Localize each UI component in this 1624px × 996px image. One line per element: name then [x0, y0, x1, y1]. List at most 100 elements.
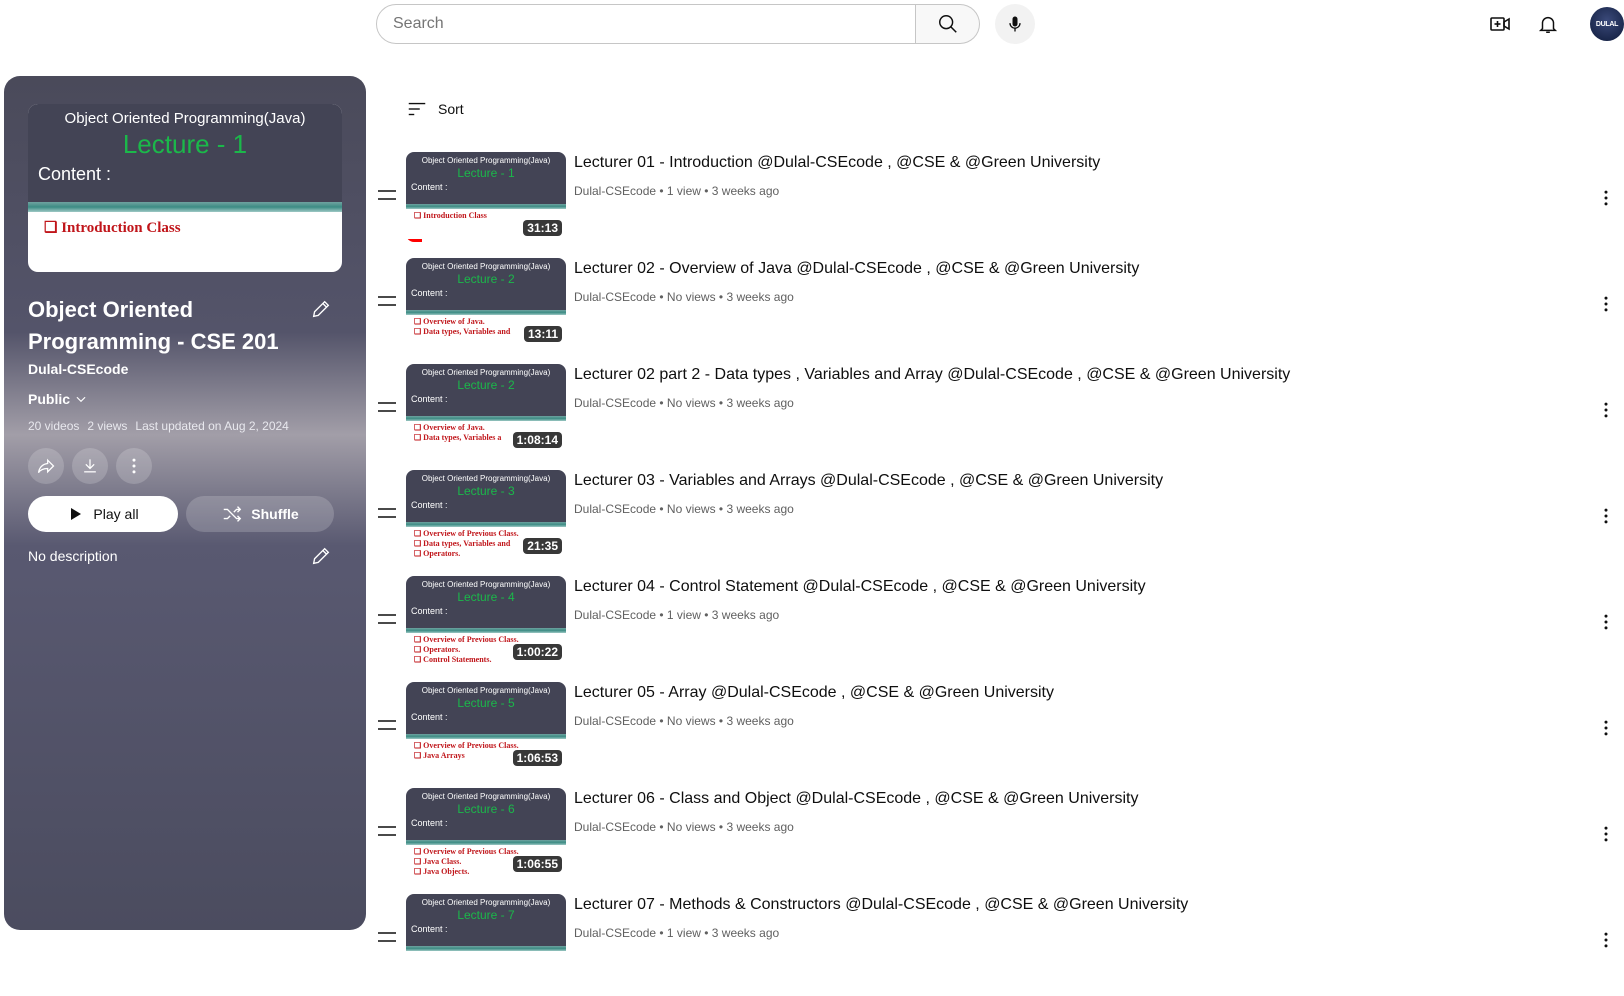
video-title[interactable]: Lecturer 01 - Introduction @Dulal-CSEcod… — [574, 154, 1100, 172]
drag-handle[interactable] — [378, 296, 396, 306]
thumbnail-line-text: Data types, Variables a — [423, 433, 502, 442]
search-button[interactable] — [916, 4, 980, 44]
thumbnail-lecture-text: Lecture - 2 — [457, 378, 515, 392]
playlist-video-row[interactable]: Object Oriented Programming(Java) Lectur… — [376, 784, 1624, 890]
edit-description-button[interactable] — [310, 545, 334, 569]
thumbnail-content-text: Content : — [411, 712, 448, 722]
thumbnail-course-text: Object Oriented Programming(Java) — [421, 368, 551, 377]
playlist-video-row[interactable]: Object Oriented Programming(Java) Lectur… — [376, 466, 1624, 572]
video-title[interactable]: Lecturer 04 - Control Statement @Dulal-C… — [574, 578, 1146, 596]
thumbnail-lecture-text: Lecture - 7 — [457, 908, 515, 922]
search-icon — [938, 15, 957, 33]
view-count: 2 views — [87, 419, 128, 433]
thumbnail-course-text: Object Oriented Programming(Java) — [421, 898, 551, 907]
edit-title-button[interactable] — [310, 298, 334, 322]
thumbnail-line-text: Operators. — [423, 549, 461, 558]
thumbnail-line-text: Data types, Variables and — [423, 327, 511, 336]
playlist-thumbnail[interactable]: Object Oriented Programming(Java) Lectur… — [28, 104, 342, 272]
video-menu-button[interactable] — [1594, 716, 1618, 740]
playlist-video-row[interactable]: Object Oriented Programming(Java) Lectur… — [376, 890, 1624, 996]
video-title[interactable]: Lecturer 06 - Class and Object @Dulal-CS… — [574, 790, 1139, 808]
chevron-down-icon — [76, 396, 86, 403]
video-meta: Dulal-CSEcode • No views • 3 weeks ago — [574, 396, 794, 410]
video-menu-button[interactable] — [1594, 610, 1618, 634]
play-all-button[interactable]: Play all — [28, 496, 178, 532]
sort-icon — [408, 102, 426, 116]
thumbnail-lecture-text: Lecture - 4 — [457, 590, 515, 604]
avatar[interactable]: DULAL — [1590, 7, 1624, 41]
create-button[interactable] — [1486, 10, 1514, 38]
video-menu-button[interactable] — [1594, 398, 1618, 422]
thumbnail-course-text: Object Oriented Programming(Java) — [421, 262, 551, 271]
video-meta: Dulal-CSEcode • No views • 3 weeks ago — [574, 502, 794, 516]
drag-handle[interactable] — [378, 932, 396, 942]
video-thumbnail[interactable]: Object Oriented Programming(Java) Lectur… — [406, 470, 566, 560]
thumbnail-line: ❑ Example: Java Class and Objects — [414, 877, 566, 878]
search-box — [376, 4, 980, 44]
video-menu-button[interactable] — [1594, 928, 1618, 952]
thumbnail-line-text: Java Objects. — [423, 867, 470, 876]
more-vertical-icon — [1604, 190, 1608, 206]
drag-handle[interactable] — [378, 826, 396, 836]
more-vertical-icon — [1604, 826, 1608, 842]
shuffle-button[interactable]: Shuffle — [186, 496, 334, 532]
thumbnail-course-text: Object Oriented Programming(Java) — [421, 580, 551, 589]
video-duration: 1:08:14 — [512, 432, 562, 448]
share-button[interactable] — [28, 448, 64, 484]
video-menu-button[interactable] — [1594, 292, 1618, 316]
video-duration: 31:13 — [523, 220, 562, 236]
thumbnail-item-text: Introduction Class — [61, 220, 181, 236]
video-meta: Dulal-CSEcode • No views • 3 weeks ago — [574, 820, 794, 834]
video-thumbnail[interactable]: Object Oriented Programming(Java) Lectur… — [406, 894, 566, 984]
more-vertical-icon — [132, 458, 136, 474]
video-thumbnail[interactable]: Object Oriented Programming(Java) Lectur… — [406, 258, 566, 348]
video-menu-button[interactable] — [1594, 186, 1618, 210]
thumbnail-line-text: Overview of Java. — [423, 317, 485, 326]
more-vertical-icon — [1604, 296, 1608, 312]
video-duration: 1:06:55 — [512, 856, 562, 872]
video-title[interactable]: Lecturer 02 part 2 - Data types , Variab… — [574, 366, 1290, 384]
video-meta: Dulal-CSEcode • 1 view • 3 weeks ago — [574, 184, 780, 198]
download-button[interactable] — [72, 448, 108, 484]
thumbnail-course-text: Object Oriented Programming(Java) — [421, 474, 551, 483]
privacy-dropdown[interactable]: Public — [28, 391, 88, 407]
video-thumbnail[interactable]: Object Oriented Programming(Java) Lectur… — [406, 788, 566, 878]
more-actions-button[interactable] — [116, 448, 152, 484]
thumbnail-content-text: Content : — [411, 606, 448, 616]
thumbnail-course-text: Object Oriented Programming(Java) — [421, 792, 551, 801]
video-title[interactable]: Lecturer 03 - Variables and Arrays @Dula… — [574, 472, 1163, 490]
voice-search-button[interactable] — [995, 4, 1035, 44]
thumbnail-line-text: Overview of Previous Class. — [423, 741, 519, 750]
drag-handle[interactable] — [378, 190, 396, 200]
thumbnail-content-text: Content : — [411, 818, 448, 828]
notifications-button[interactable] — [1534, 10, 1562, 38]
playlist-video-row[interactable]: Object Oriented Programming(Java) Lectur… — [376, 572, 1624, 678]
video-thumbnail[interactable]: Object Oriented Programming(Java) Lectur… — [406, 576, 566, 666]
drag-handle[interactable] — [378, 720, 396, 730]
playlist-video-row[interactable]: Object Oriented Programming(Java) Lectur… — [376, 360, 1624, 466]
drag-handle[interactable] — [378, 402, 396, 412]
thumbnail-line-text: Java Arrays — [423, 751, 465, 760]
playlist-video-row[interactable]: Object Oriented Programming(Java) Lectur… — [376, 678, 1624, 784]
drag-handle[interactable] — [378, 508, 396, 518]
thumbnail-course-text: Object Oriented Programming(Java) — [64, 110, 306, 127]
video-thumbnail[interactable]: Object Oriented Programming(Java) Lectur… — [406, 152, 566, 242]
video-title[interactable]: Lecturer 05 - Array @Dulal-CSEcode , @CS… — [574, 684, 1054, 702]
playlist-video-row[interactable]: Object Oriented Programming(Java) Lectur… — [376, 254, 1624, 360]
video-title[interactable]: Lecturer 02 - Overview of Java @Dulal-CS… — [574, 260, 1139, 278]
download-icon — [84, 459, 96, 473]
drag-handle[interactable] — [378, 614, 396, 624]
sort-button[interactable]: Sort — [406, 98, 464, 120]
thumbnail-course-text: Object Oriented Programming(Java) — [421, 156, 551, 165]
video-duration: 1:00:22 — [512, 644, 562, 660]
thumbnail-lecture-text: Lecture - 3 — [457, 484, 515, 498]
video-thumbnail[interactable]: Object Oriented Programming(Java) Lectur… — [406, 364, 566, 454]
video-menu-button[interactable] — [1594, 822, 1618, 846]
more-vertical-icon — [1604, 402, 1608, 418]
channel-name[interactable]: Dulal-CSEcode — [28, 361, 128, 377]
search-input[interactable] — [376, 4, 916, 44]
video-menu-button[interactable] — [1594, 504, 1618, 528]
video-thumbnail[interactable]: Object Oriented Programming(Java) Lectur… — [406, 682, 566, 772]
playlist-video-row[interactable]: Object Oriented Programming(Java) Lectur… — [376, 148, 1624, 254]
video-title[interactable]: Lecturer 07 - Methods & Constructors @Du… — [574, 896, 1188, 914]
